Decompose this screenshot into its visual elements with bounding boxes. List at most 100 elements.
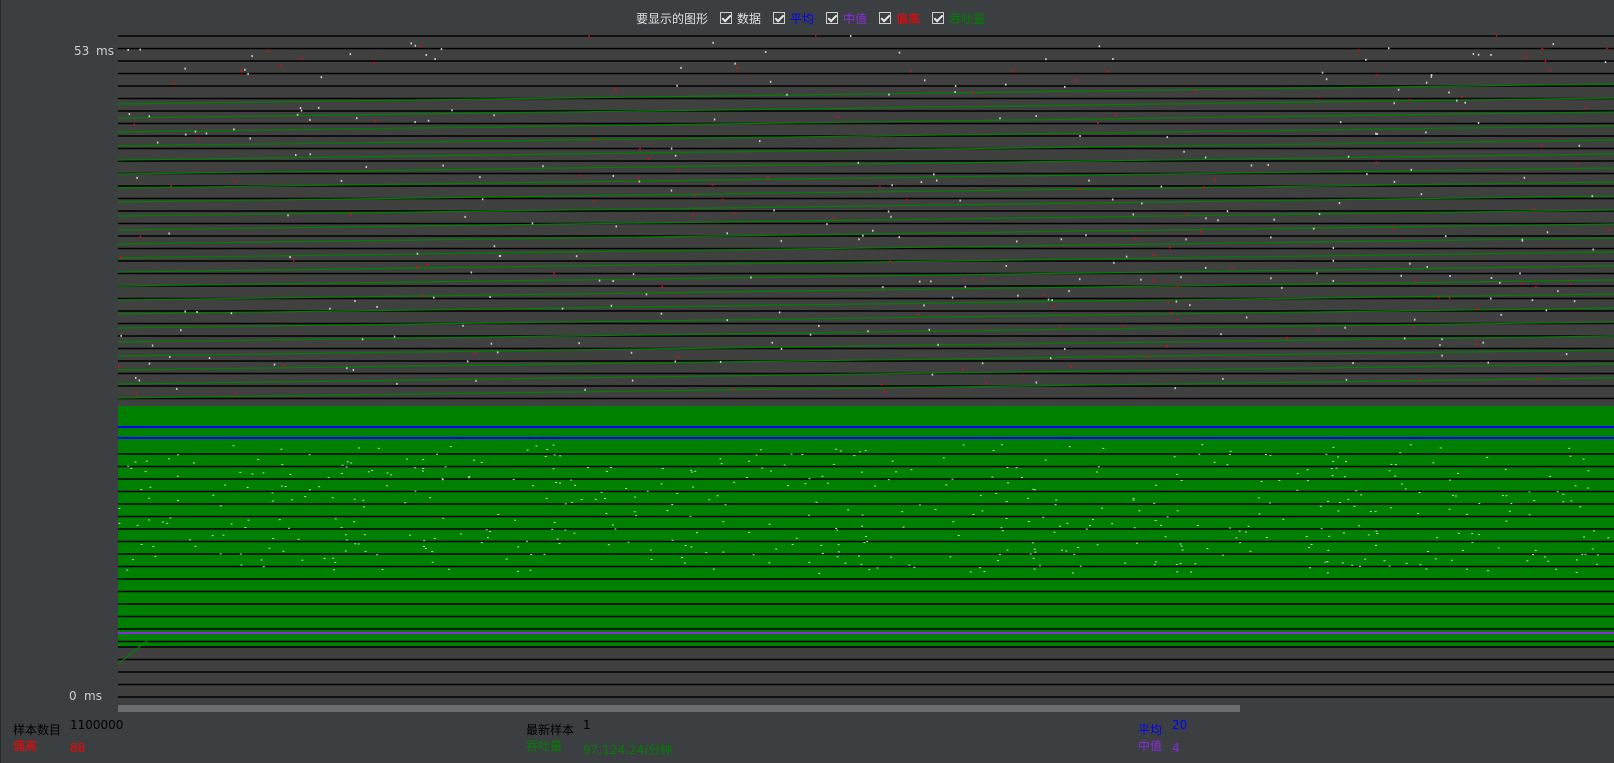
sample-dot	[1097, 466, 1100, 468]
sample-dot	[1409, 262, 1411, 265]
sample-dot	[1376, 133, 1378, 136]
sample-dot	[610, 304, 613, 307]
sample-dot	[1332, 279, 1335, 282]
deviation-checkbox[interactable]	[879, 12, 892, 24]
sample-dot	[1141, 202, 1143, 205]
sample-dot	[913, 566, 916, 568]
sample-dot	[442, 517, 445, 519]
sample-dot	[1051, 299, 1053, 302]
legend-bar: 要显示的图形 数据 平均 中值 偏离 吞吐量	[636, 8, 991, 28]
sample-dot	[1077, 547, 1080, 549]
legend-item-deviation[interactable]: 偏离	[879, 10, 920, 27]
sample-dot	[696, 532, 699, 534]
sample-dot	[745, 476, 748, 478]
sample-dot	[341, 464, 344, 466]
sample-dot	[340, 526, 343, 528]
sample-dot	[726, 232, 729, 235]
sample-dot	[1201, 444, 1204, 446]
sample-dot	[267, 50, 270, 53]
sample-dot	[1132, 499, 1135, 501]
sample-dot	[691, 471, 694, 473]
sample-dot	[440, 48, 443, 51]
sample-dot	[546, 448, 549, 450]
sample-dot	[474, 351, 476, 354]
sample-dot	[1031, 542, 1034, 544]
sample-dot	[1066, 522, 1069, 524]
sample-dot	[1054, 504, 1057, 506]
median-label: 中值	[1138, 739, 1163, 753]
sample-dot	[287, 214, 289, 217]
sample-dot	[1111, 198, 1114, 201]
sample-dot	[239, 471, 242, 473]
sample-dot	[692, 213, 694, 216]
sample-dot	[470, 271, 473, 274]
sample-dot	[140, 489, 143, 491]
data-checkbox[interactable]	[720, 12, 733, 24]
sample-dot	[1235, 537, 1238, 539]
sample-dot	[1213, 461, 1216, 463]
sample-dot	[1331, 475, 1334, 477]
sample-dot	[768, 562, 771, 564]
sample-dot	[1035, 114, 1037, 117]
sample-dot	[612, 174, 615, 177]
sample-dot	[493, 245, 496, 248]
sample-dot	[660, 483, 663, 485]
horizontal-scrollbar[interactable]	[118, 704, 1614, 713]
sample-dot	[291, 499, 294, 501]
sample-dot	[1449, 274, 1451, 277]
sample-dot	[1478, 503, 1481, 505]
sample-dot	[1414, 280, 1417, 283]
sample-dot	[1579, 506, 1582, 508]
graph-plot-area	[118, 34, 1614, 701]
sample-dot	[262, 472, 265, 474]
sample-dot	[910, 70, 913, 73]
sample-dot	[332, 557, 335, 559]
sample-dot	[1222, 377, 1224, 380]
sample-dot	[1490, 297, 1492, 300]
legend-item-average[interactable]: 平均	[773, 10, 814, 27]
sample-dot	[1190, 571, 1193, 573]
sample-dot	[767, 176, 769, 179]
sample-dot	[1533, 500, 1536, 502]
sample-dot	[1526, 560, 1529, 562]
sample-dot	[327, 477, 330, 479]
sample-dot	[1545, 309, 1548, 312]
sample-dot	[423, 540, 426, 542]
sample-dot	[1325, 78, 1328, 81]
sample-dot	[949, 556, 952, 558]
sample-dot	[780, 239, 783, 242]
sample-dot	[1213, 178, 1216, 181]
average-checkbox[interactable]	[773, 12, 786, 24]
sample-dot	[234, 180, 236, 183]
sample-dot	[1490, 53, 1492, 56]
sample-dot	[1180, 276, 1182, 279]
sample-dot	[1033, 548, 1036, 550]
sample-dot	[281, 464, 284, 466]
sample-dot	[954, 90, 956, 93]
scrollbar-thumb[interactable]	[118, 705, 1240, 712]
sample-dot	[559, 455, 562, 457]
sample-dot	[1061, 549, 1064, 551]
sample-dot	[1034, 551, 1037, 553]
sample-dot	[918, 280, 921, 283]
sample-dot	[1177, 285, 1179, 288]
median-checkbox[interactable]	[826, 12, 839, 24]
sample-dot	[1374, 510, 1377, 512]
sample-dot	[1352, 362, 1354, 365]
sample-dot	[334, 561, 337, 563]
legend-item-data[interactable]: 数据	[720, 10, 761, 27]
sample-dot	[981, 277, 984, 280]
sample-dot	[1581, 553, 1584, 555]
throughput-checkbox[interactable]	[932, 12, 945, 24]
sample-dot	[467, 477, 470, 479]
legend-item-throughput[interactable]: 吞吐量	[932, 10, 985, 27]
sample-dot	[211, 535, 214, 537]
sample-dot	[514, 519, 517, 521]
sample-dot	[934, 508, 937, 510]
sample-dot	[734, 212, 737, 215]
sample-dot	[516, 570, 519, 572]
sample-dot	[564, 503, 567, 505]
sample-dot	[493, 114, 495, 117]
sample-dot	[551, 528, 554, 530]
legend-item-median[interactable]: 中值	[826, 10, 867, 27]
